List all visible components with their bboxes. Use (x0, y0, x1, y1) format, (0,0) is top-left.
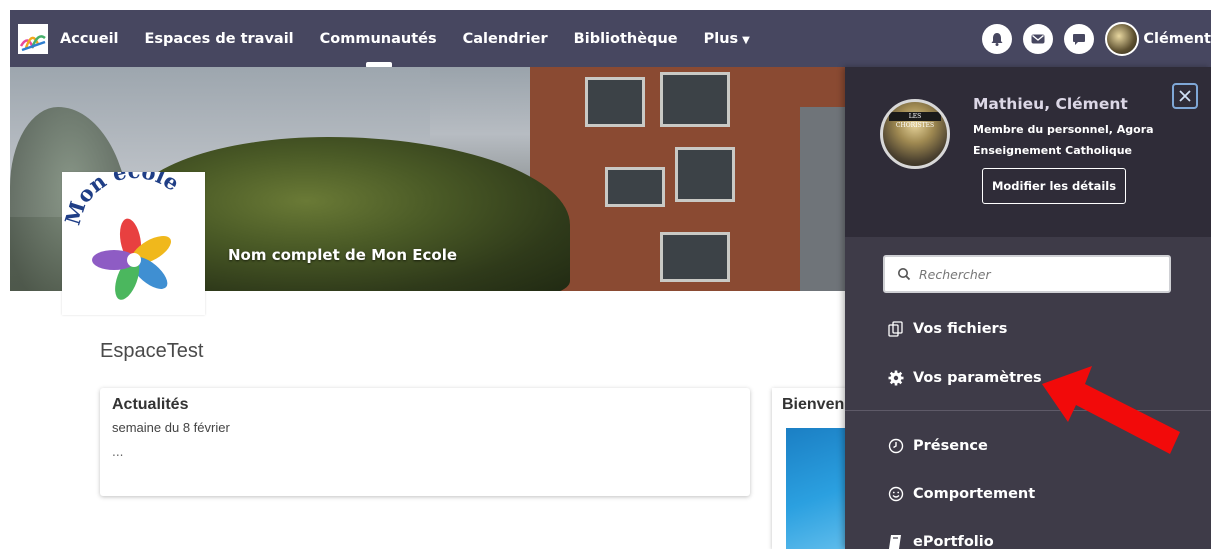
news-body: ... (112, 445, 124, 459)
profile-avatar: LES CHORISTES (880, 99, 950, 169)
nav-item-espaces-de-travail[interactable]: Espaces de travail (145, 31, 294, 47)
news-subtitle: semaine du 8 février (112, 420, 230, 435)
news-card[interactable]: Actualités semaine du 8 février ... (100, 388, 750, 496)
nav-item-bibliotheque[interactable]: Bibliothèque (574, 31, 678, 47)
panel-search-field[interactable]: Rechercher (883, 255, 1171, 293)
banner-window (675, 147, 735, 202)
book-icon (887, 533, 905, 549)
gear-icon (887, 369, 905, 387)
news-title[interactable]: Actualités (112, 396, 738, 414)
banner-balcony (800, 107, 850, 291)
notifications-button[interactable] (982, 23, 1013, 54)
bell-icon (991, 32, 1003, 46)
menu-item-label: Présence (913, 438, 988, 454)
messages-button[interactable] (1023, 23, 1054, 54)
school-logo: Mon école (60, 158, 205, 315)
menu-item-label: Comportement (913, 486, 1036, 502)
profile-role: Membre du personnel, Agora Enseignement … (973, 123, 1154, 157)
nav-item-accueil[interactable]: Accueil (60, 31, 119, 47)
caret-down-icon: ▼ (742, 34, 750, 46)
nav-item-communautes[interactable]: Communautés (320, 31, 437, 68)
user-avatar[interactable] (1105, 21, 1140, 56)
profile-name: Mathieu, Clément (973, 95, 1128, 113)
menu-item-label: Vos fichiers (913, 321, 1008, 337)
chat-button[interactable] (1064, 23, 1095, 54)
menu-item-presence[interactable]: Présence (887, 437, 988, 455)
banner-window (660, 72, 730, 127)
close-panel-button[interactable] (1172, 83, 1198, 109)
nav-item-plus-label: Plus (703, 30, 739, 47)
school-logo-image: Mon école (60, 158, 184, 300)
menu-item-comportement[interactable]: Comportement (887, 485, 1035, 503)
banner-window (585, 77, 645, 127)
banner-window (660, 232, 730, 282)
edit-details-button[interactable]: Modifier les détails (982, 168, 1126, 204)
mail-icon (1031, 34, 1045, 43)
menu-item-vos-fichiers[interactable]: Vos fichiers (887, 320, 1007, 338)
smiley-icon (887, 485, 905, 503)
menu-item-label: ePortfolio (913, 534, 994, 549)
nav-right-group: Clément (982, 10, 1211, 67)
banner-title: Nom complet de Mon Ecole (228, 246, 458, 264)
user-side-panel: LES CHORISTES Mathieu, Clément Membre du… (845, 67, 1211, 549)
clock-icon (887, 437, 905, 455)
profile-avatar-caption: LES CHORISTES (889, 112, 941, 129)
close-icon (1179, 90, 1191, 102)
search-icon (898, 268, 911, 281)
menu-item-vos-parametres[interactable]: Vos paramètres (887, 369, 1042, 387)
red-arrow-annotation (1042, 366, 1180, 454)
top-navigation-bar: Accueil Espaces de travail Communautés C… (10, 10, 1211, 68)
school-logo-text: Mon école (62, 172, 184, 228)
menu-item-eportfolio[interactable]: ePortfolio (887, 533, 994, 549)
space-title: EspaceTest (100, 340, 204, 362)
nav-item-plus[interactable]: Plus ▼ (704, 31, 750, 47)
chat-icon (1073, 33, 1086, 45)
user-name-label[interactable]: Clément (1143, 31, 1211, 47)
banner-window (605, 167, 665, 207)
nav-item-calendrier[interactable]: Calendrier (463, 31, 548, 47)
app-logo-icon[interactable] (18, 23, 48, 54)
search-placeholder: Rechercher (919, 266, 991, 282)
panel-profile-header: LES CHORISTES Mathieu, Clément Membre du… (845, 67, 1211, 237)
menu-item-label: Vos paramètres (913, 370, 1042, 386)
files-icon (887, 320, 905, 338)
